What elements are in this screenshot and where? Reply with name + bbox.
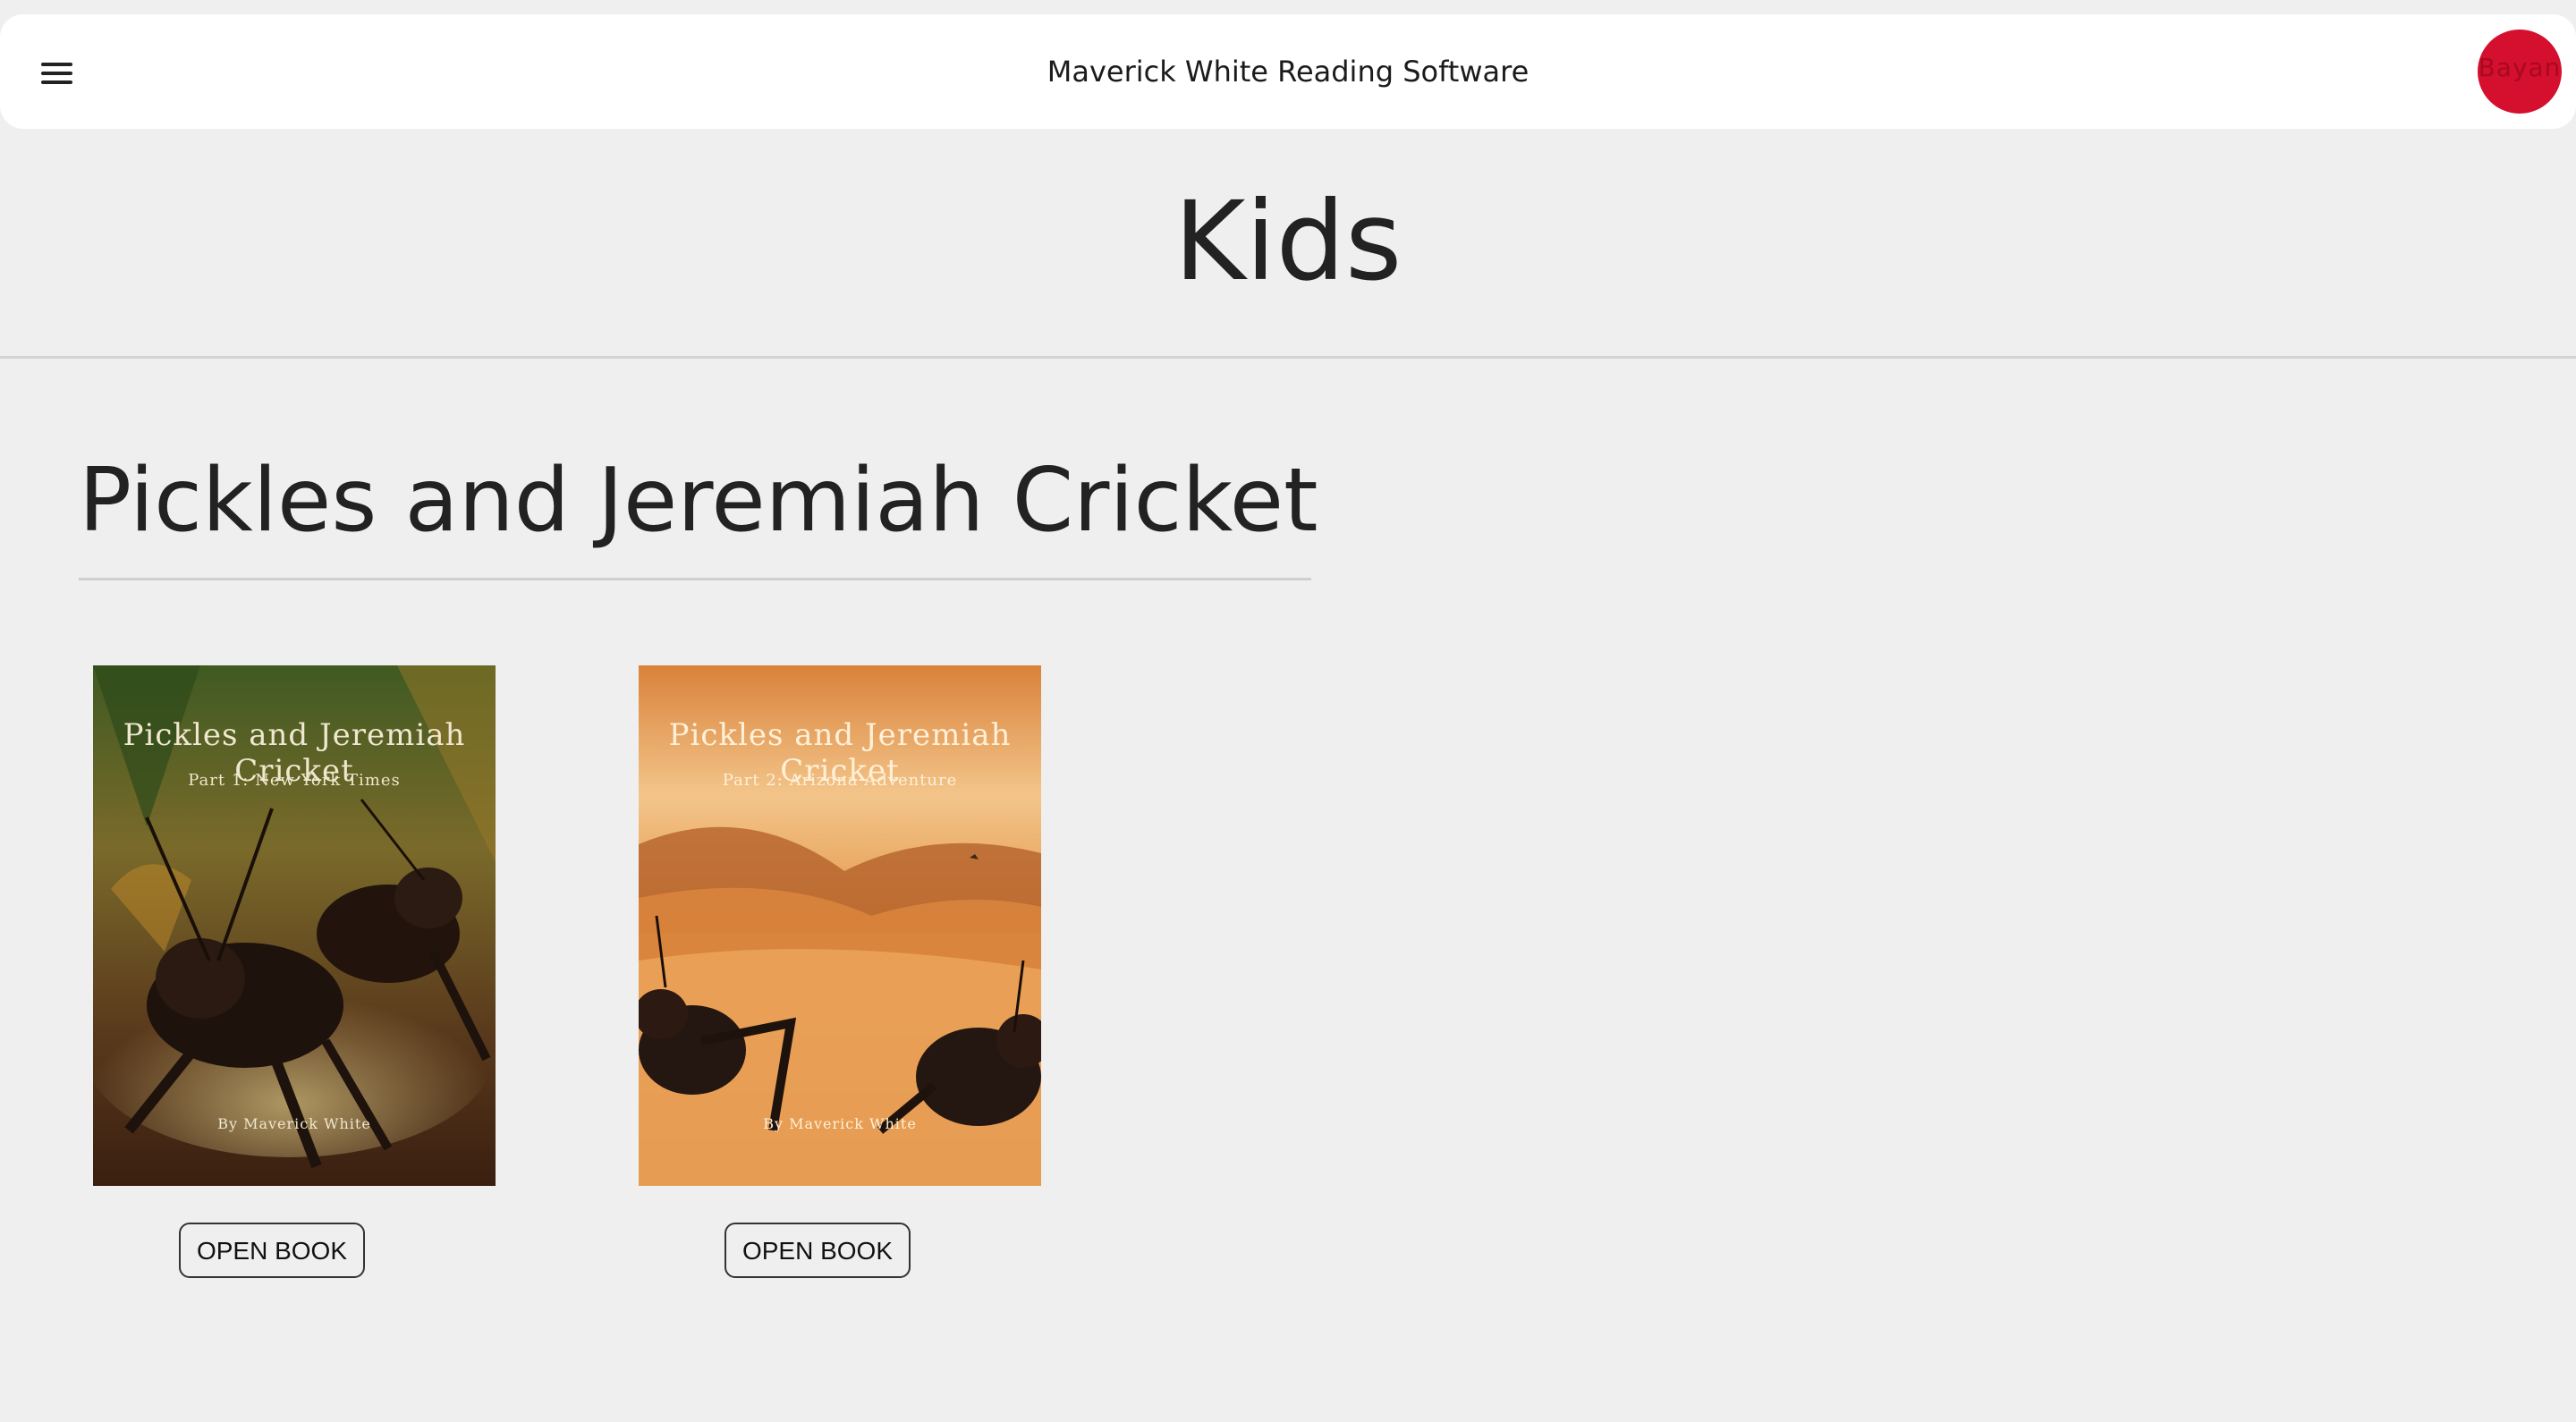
book-card-2: Pickles and Jeremiah Cricket Part 2: Ari…: [639, 665, 1041, 1278]
series-divider: [79, 578, 1311, 580]
cover-subtitle-1: Part 1: New York Times: [188, 771, 401, 790]
book-card-1: Pickles and Jeremiah Cricket Part 1: New…: [93, 665, 496, 1278]
page-title: Kids: [1174, 178, 1402, 305]
open-book-button-2[interactable]: OPEN BOOK: [724, 1223, 911, 1278]
page-divider: [0, 356, 2576, 359]
cover-author-1: By Maverick White: [217, 1115, 371, 1132]
book-cover-1[interactable]: Pickles and Jeremiah Cricket Part 1: New…: [93, 665, 496, 1186]
app-title: Maverick White Reading Software: [1046, 55, 1530, 89]
book-cover-2[interactable]: Pickles and Jeremiah Cricket Part 2: Ari…: [639, 665, 1041, 1186]
open-book-button-1[interactable]: OPEN BOOK: [179, 1223, 365, 1278]
avatar-text: Bayan: [2478, 53, 2562, 82]
cover-subtitle-2: Part 2: Arizona Adventure: [722, 771, 958, 790]
series-title: Pickles and Jeremiah Cricket: [79, 450, 1318, 552]
user-avatar[interactable]: Bayan: [2478, 30, 2562, 114]
top-app-bar: Maverick White Reading Software Bayan: [0, 14, 2576, 129]
cover-author-2: By Maverick White: [763, 1115, 917, 1132]
